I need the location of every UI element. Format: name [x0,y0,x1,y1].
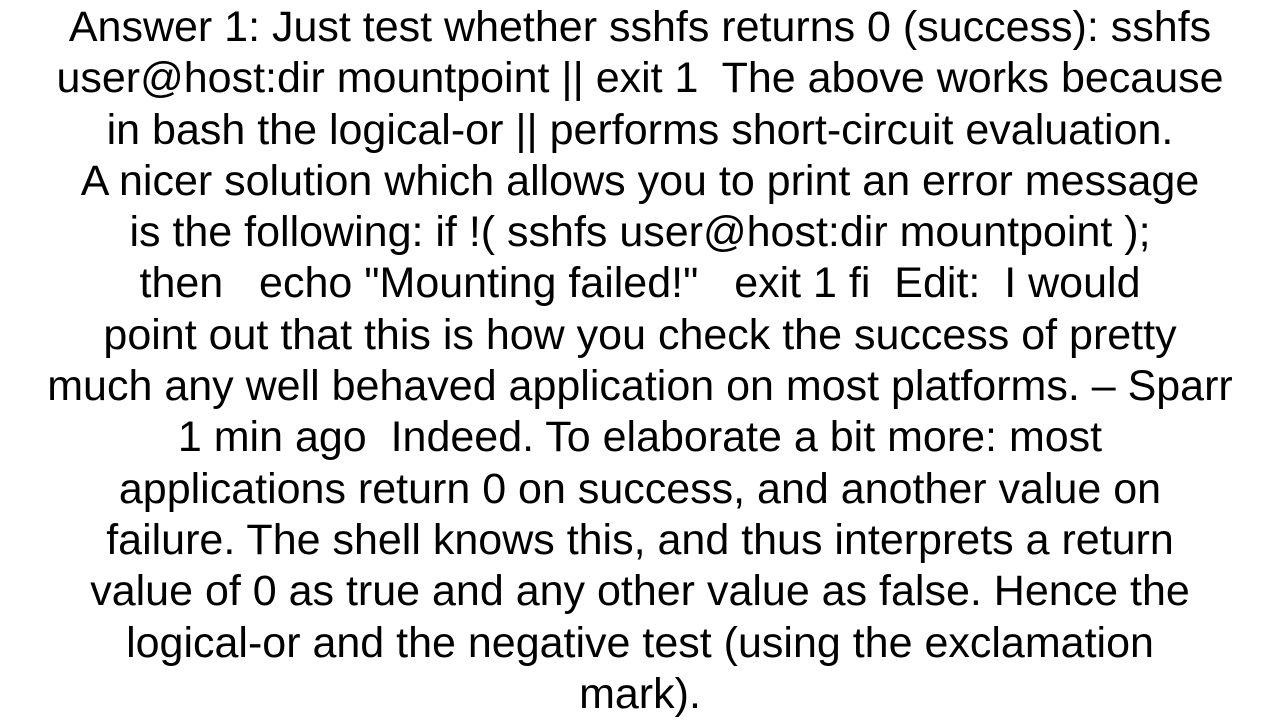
text-line: is the following: if !( sshfs user@host:… [129,208,1151,257]
text-line: mark). [579,669,701,718]
text-line: logical-or and the negative test (using … [126,618,1154,667]
text-line: point out that this is how you check the… [103,310,1177,359]
text-line: user@host:dir mountpoint || exit 1 The a… [56,54,1224,103]
answer-text-block: Answer 1: Just test whether sshfs return… [0,0,1280,720]
text-line: Answer 1: Just test whether sshfs return… [68,3,1212,51]
text-line: in bash the logical-or || performs short… [106,105,1174,154]
text-line: value of 0 as true and any other value a… [90,567,1190,616]
text-line: 1 min ago Indeed. To elaborate a bit mor… [177,413,1103,462]
text-line: failure. The shell knows this, and thus … [106,515,1174,564]
text-line: then echo "Mounting failed!" exit 1 fi E… [139,259,1141,308]
text-line: applications return 0 on success, and an… [118,464,1162,513]
text-line: much any well behaved application on mos… [47,362,1233,411]
text-line: A nicer solution which allows you to pri… [80,156,1200,205]
